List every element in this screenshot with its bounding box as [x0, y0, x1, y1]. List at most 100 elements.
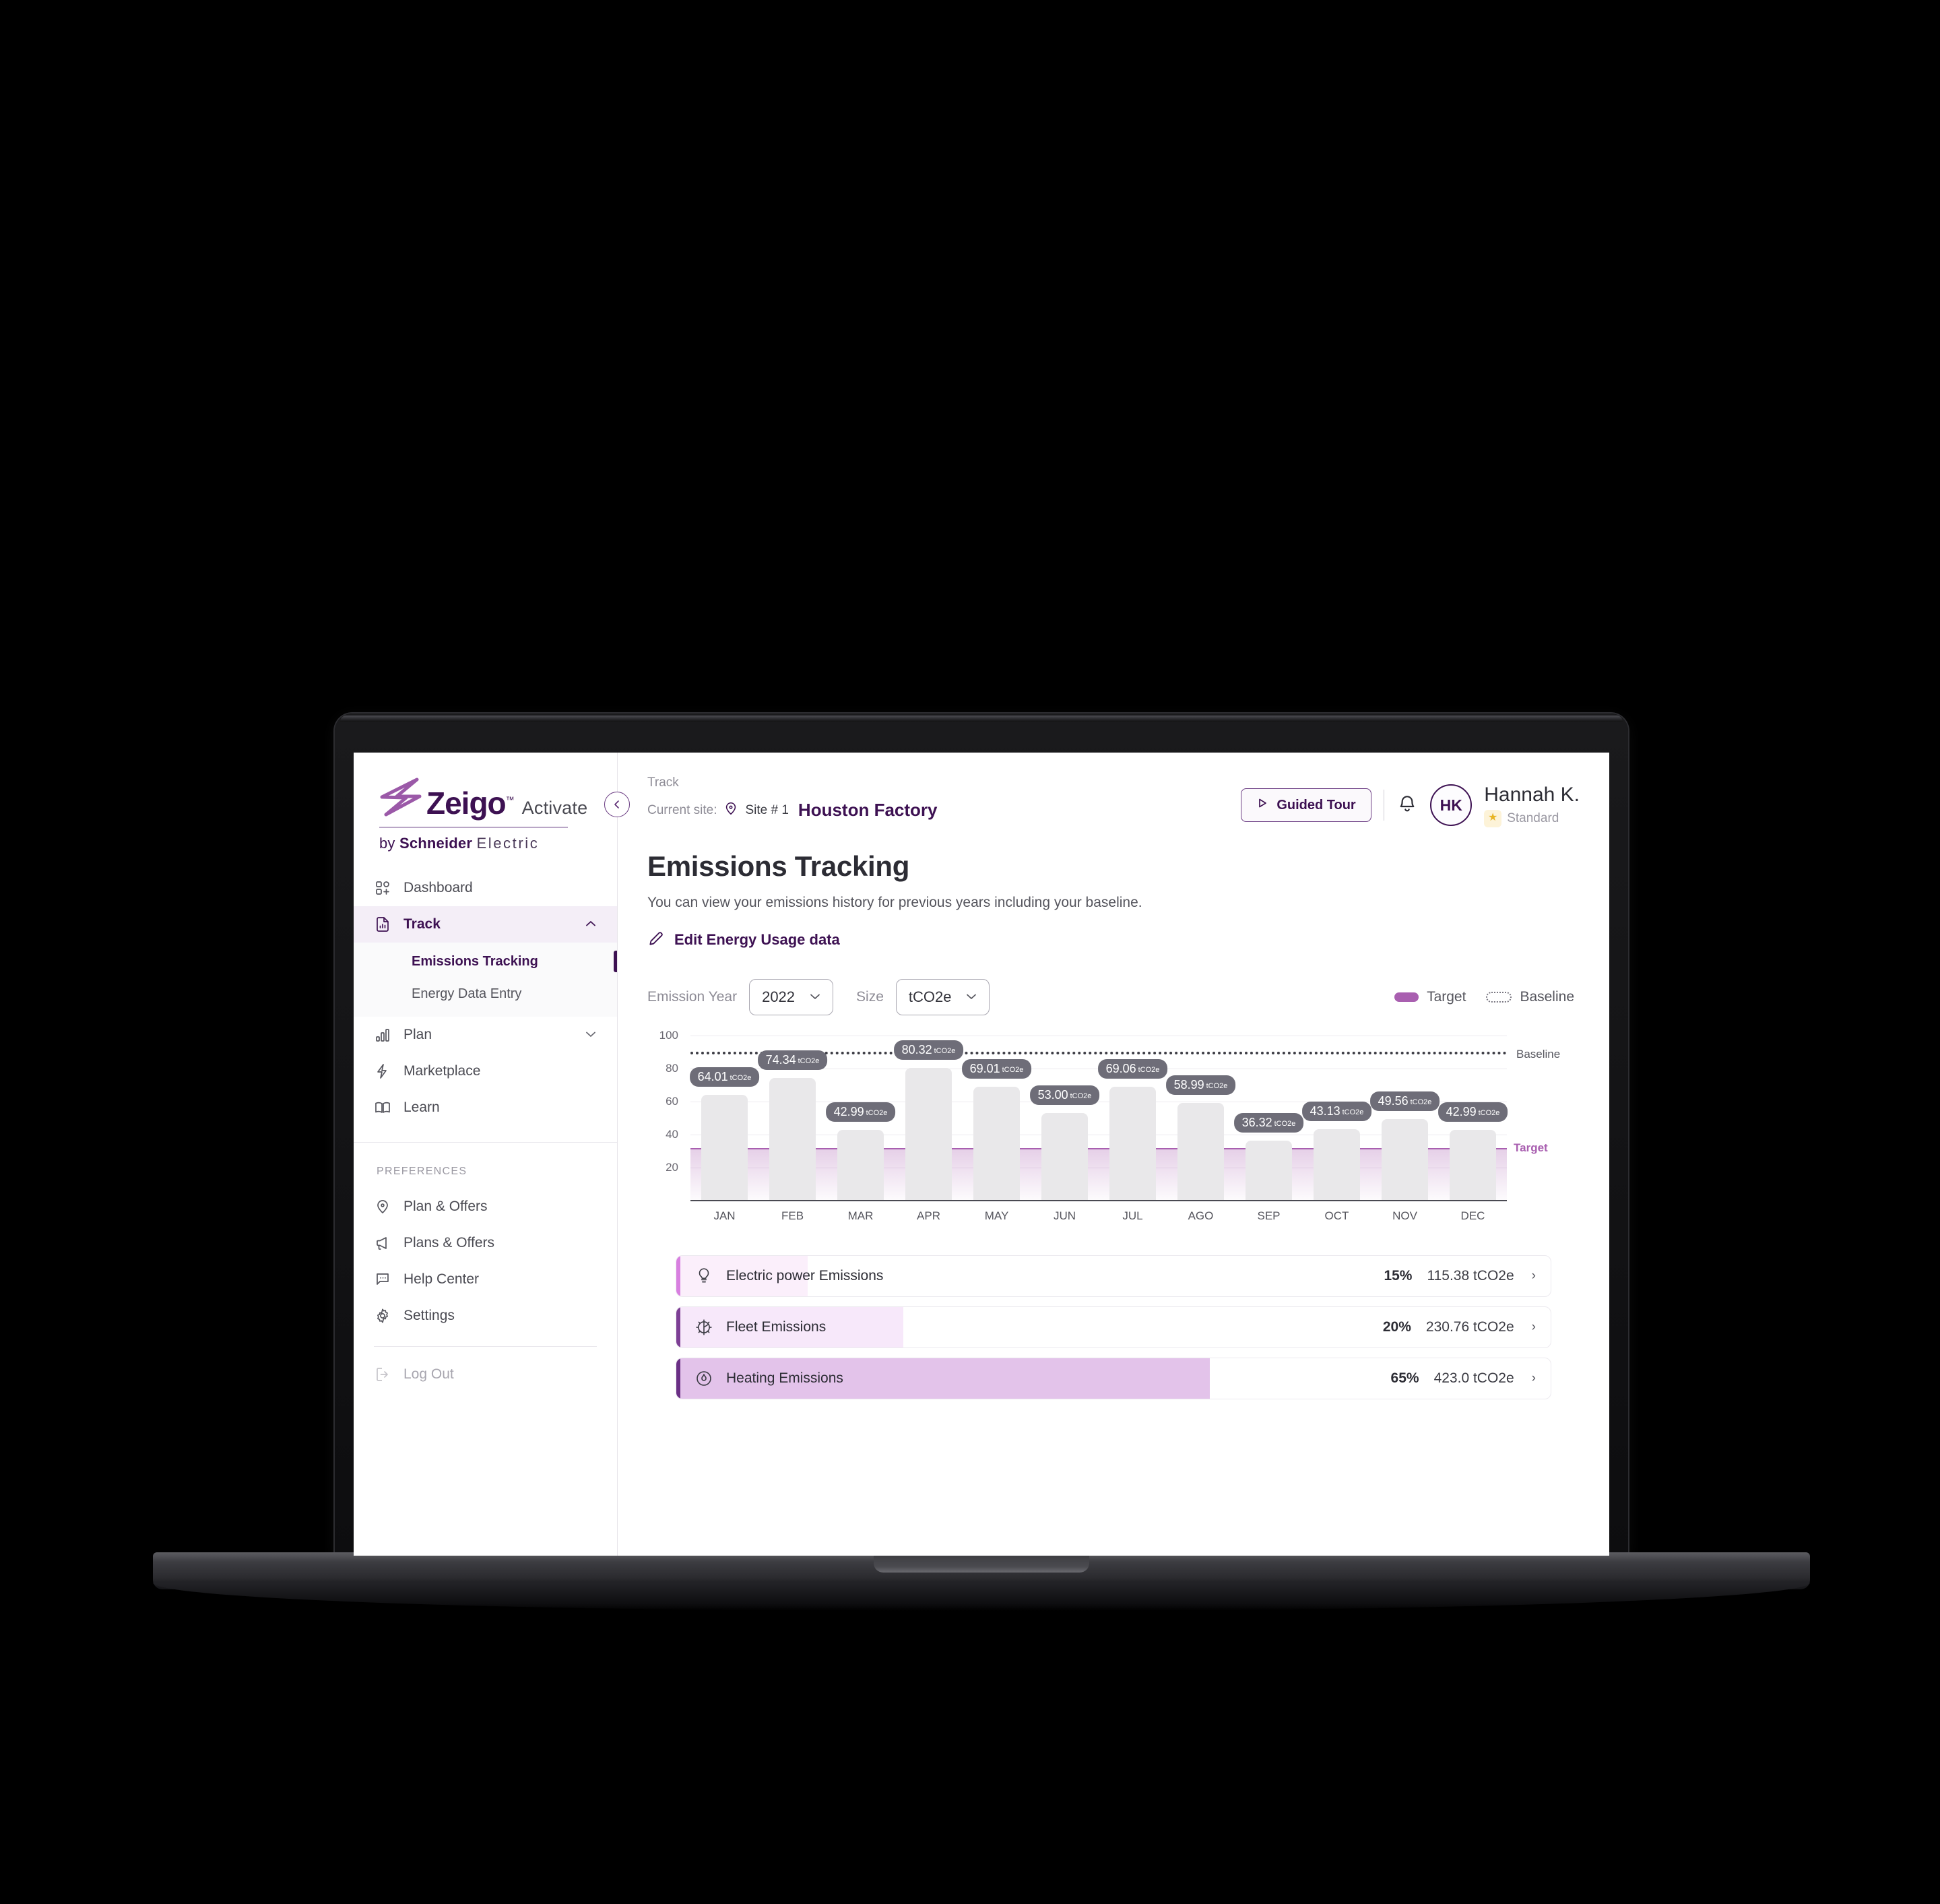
chevron-right-icon[interactable]: › — [1532, 1269, 1536, 1283]
chevron-right-icon[interactable]: › — [1532, 1320, 1536, 1335]
chevron-right-icon[interactable]: › — [1532, 1371, 1536, 1386]
emission-year-select[interactable]: 2022 — [749, 978, 834, 1015]
chart-bar[interactable] — [1314, 1129, 1360, 1201]
current-site-row[interactable]: Current site: Site # 1 Houston Factory — [647, 800, 1241, 821]
page-subtitle: You can view your emissions history for … — [647, 894, 1142, 910]
chart-bar-value-label: 53.00 tCO2e — [1029, 1085, 1100, 1106]
chart-bar[interactable] — [1246, 1141, 1292, 1201]
chat-bubble-icon — [374, 1271, 391, 1288]
bell-icon[interactable] — [1396, 793, 1418, 818]
y-axis-tick: 80 — [666, 1061, 678, 1075]
x-axis-tick: JUL — [1122, 1209, 1143, 1222]
chart-plot-area: Target Baseline 64.01 tCO2e 74.34 tCO2e 42.9… — [689, 1035, 1560, 1201]
sidebar-item-label: Settings — [403, 1308, 455, 1323]
chart-bar[interactable] — [769, 1077, 816, 1201]
chart-bar-slot[interactable]: 49.56 tCO2e — [1369, 1036, 1440, 1201]
x-axis-tick: MAY — [984, 1209, 1009, 1222]
breakdown-row-name: Electric power Emissions — [726, 1267, 884, 1283]
user-plan-label: Standard — [1507, 811, 1559, 825]
preferences-nav: Plan & Offers Plans & Offers Help Center… — [354, 1188, 617, 1334]
chart-bar-slot[interactable]: 58.99 tCO2e — [1165, 1036, 1236, 1201]
size-value: tCO2e — [908, 988, 952, 1005]
chart-bar-slot[interactable]: 42.99 tCO2e — [1437, 1036, 1508, 1201]
sidebar-item-help-center[interactable]: Help Center — [354, 1261, 617, 1298]
sidebar-collapse-button[interactable] — [604, 792, 630, 817]
chart-bar[interactable] — [1450, 1129, 1496, 1201]
chart-bar-value-label: 36.32 tCO2e — [1233, 1113, 1304, 1133]
user-info[interactable]: Hannah K. ★ Standard — [1484, 784, 1580, 827]
chart-bar[interactable] — [837, 1129, 884, 1201]
sidebar-item-marketplace[interactable]: Marketplace — [354, 1053, 617, 1089]
brand-divider — [379, 827, 568, 828]
user-plan-row: ★ Standard — [1484, 809, 1580, 827]
sidebar-item-label: Log Out — [403, 1366, 454, 1382]
emission-year-label: Emission Year — [647, 988, 738, 1005]
book-icon — [374, 1099, 391, 1116]
chart-bar[interactable] — [973, 1086, 1020, 1201]
chart-bar-value-label: 80.32 tCO2e — [893, 1040, 964, 1060]
emission-year-value: 2022 — [762, 988, 796, 1005]
breakdown-accent-bar — [676, 1255, 680, 1296]
breakdown-accent-bar — [676, 1306, 680, 1347]
chart-bar-value-label: 42.99 tCO2e — [825, 1102, 896, 1122]
sidebar-item-emissions-tracking[interactable]: Emissions Tracking — [354, 945, 617, 978]
laptop-screen: Zeigo™ Activate by Schneider Electric Da… — [354, 753, 1609, 1556]
emission-breakdown-row[interactable]: Heating Emissions 65% 423.0 tCO2e › — [676, 1357, 1551, 1399]
sidebar-item-energy-data-entry[interactable]: Energy Data Entry — [354, 978, 617, 1010]
chart-bar-value-label: 69.06 tCO2e — [1097, 1058, 1168, 1079]
emission-breakdown-row[interactable]: Electric power Emissions 15% 115.38 tCO2e › — [676, 1255, 1551, 1297]
chart-bar-slot[interactable]: 64.01 tCO2e — [689, 1036, 760, 1201]
chart-bar-slot[interactable]: 36.32 tCO2e — [1233, 1036, 1304, 1201]
sidebar-item-label: Plan — [403, 1027, 432, 1042]
sidebar-item-plans-offers[interactable]: Plans & Offers — [354, 1225, 617, 1261]
chart-bar[interactable] — [1041, 1113, 1088, 1201]
avatar[interactable]: HK — [1430, 784, 1473, 827]
site-name: Houston Factory — [798, 800, 938, 820]
chart-bar-slot[interactable]: 69.06 tCO2e — [1097, 1036, 1168, 1201]
sidebar-item-plan[interactable]: Plan — [354, 1017, 617, 1053]
edit-energy-usage-link[interactable]: Edit Energy Usage data — [647, 930, 1580, 951]
top-bar: Track Current site: Site # 1 Houston Fac… — [647, 775, 1580, 827]
sidebar-item-label: Plan & Offers — [403, 1199, 488, 1214]
breakdown-row-value: 230.76 tCO2e — [1425, 1319, 1514, 1335]
sidebar-item-track[interactable]: Track — [354, 906, 617, 943]
chart-bar-slot[interactable]: 80.32 tCO2e — [893, 1036, 964, 1201]
gear-icon — [374, 1307, 391, 1325]
preferences-label: PREFERENCES — [377, 1166, 467, 1177]
sidebar-item-settings[interactable]: Settings — [354, 1298, 617, 1334]
chart-bar-slot[interactable]: 69.01 tCO2e — [961, 1036, 1032, 1201]
y-axis-tick: 100 — [659, 1028, 678, 1042]
sidebar-item-learn[interactable]: Learn — [354, 1089, 617, 1126]
guided-tour-button[interactable]: Guided Tour — [1241, 788, 1371, 823]
chart-bar-slot[interactable]: 42.99 tCO2e — [825, 1036, 896, 1201]
sidebar-item-logout[interactable]: Log Out — [354, 1356, 617, 1393]
sidebar-item-label: Track — [403, 916, 441, 932]
chart-bar[interactable] — [1177, 1103, 1224, 1201]
star-icon: ★ — [1484, 809, 1502, 827]
size-select[interactable]: tCO2e — [895, 978, 990, 1015]
chart-bar[interactable] — [1382, 1118, 1428, 1201]
user-name: Hannah K. — [1484, 784, 1580, 806]
chart-legend: Target Baseline — [1394, 989, 1580, 1005]
emission-breakdown-row[interactable]: Fleet Emissions 20% 230.76 tCO2e › — [676, 1306, 1551, 1348]
x-axis-tick: AGO — [1188, 1209, 1214, 1222]
sidebar-item-plan-offers[interactable]: Plan & Offers — [354, 1188, 617, 1225]
edit-energy-usage-label: Edit Energy Usage data — [674, 931, 840, 948]
bar-chart-icon — [374, 1026, 391, 1044]
map-pin-icon — [723, 801, 738, 819]
map-pin-icon — [374, 1198, 391, 1215]
chart-bar[interactable] — [1109, 1086, 1156, 1201]
track-subnav: Emissions Tracking Energy Data Entry — [354, 943, 617, 1017]
chart-bar-slot[interactable]: 53.00 tCO2e — [1029, 1036, 1100, 1201]
legend-item-baseline: Baseline — [1486, 989, 1574, 1005]
chevron-up-icon — [585, 919, 597, 930]
chart-bar-slot[interactable]: 74.34 tCO2e — [757, 1036, 828, 1201]
x-axis-tick: FEB — [781, 1209, 804, 1222]
chart-bar[interactable] — [701, 1095, 748, 1201]
zeigo-logo-icon — [380, 778, 422, 817]
chart-bar-slot[interactable]: 43.13 tCO2e — [1301, 1036, 1372, 1201]
chart-bar[interactable] — [905, 1067, 952, 1201]
megaphone-icon — [374, 1234, 391, 1252]
sidebar-item-dashboard[interactable]: Dashboard — [354, 870, 617, 906]
lightning-icon — [374, 1062, 391, 1080]
